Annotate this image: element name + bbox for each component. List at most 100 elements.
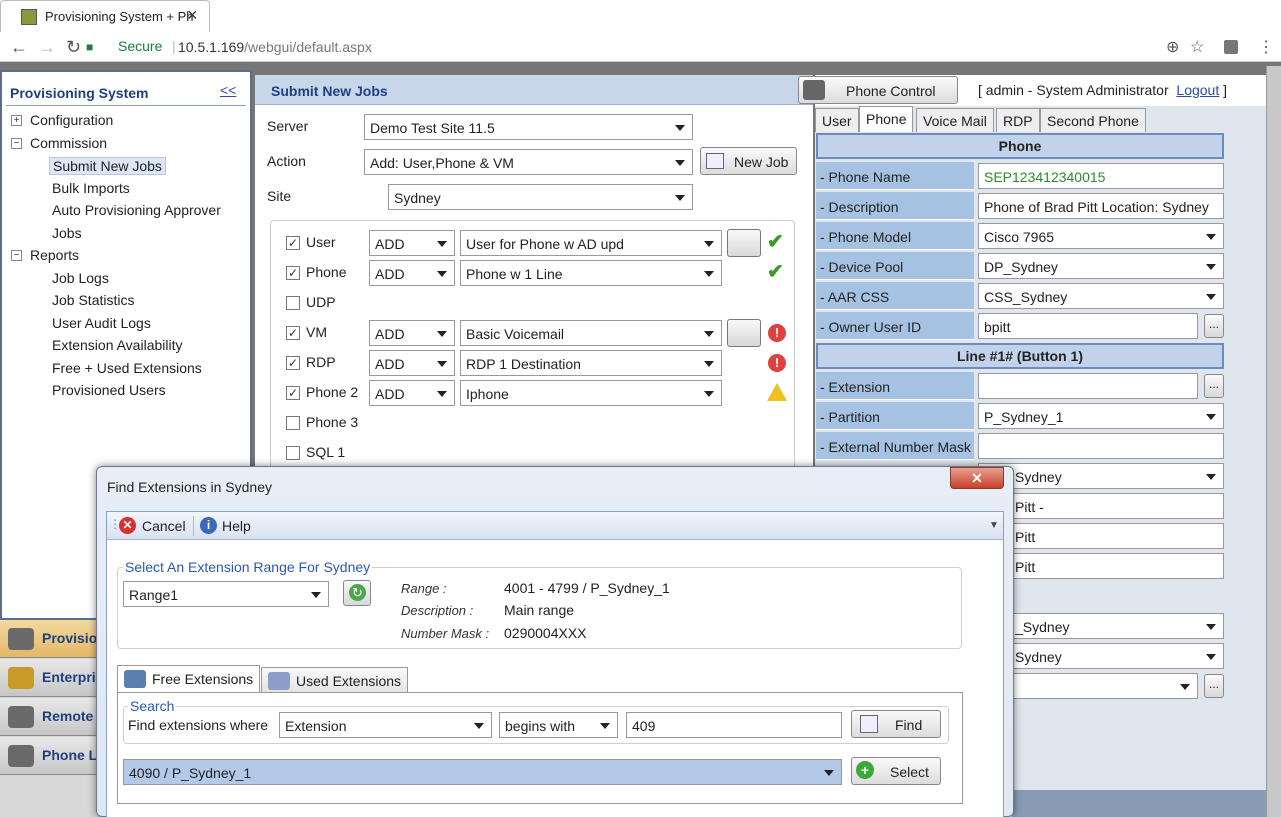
tree-item-job-statistics[interactable]: Job Statistics: [52, 292, 134, 308]
tree-item-commission[interactable]: Commission: [30, 135, 107, 151]
tree-item-free-used-extensions[interactable]: Free + Used Extensions: [52, 360, 202, 376]
search-operator-select[interactable]: begins with: [499, 712, 618, 738]
tree-item-user-audit-logs[interactable]: User Audit Logs: [52, 315, 151, 331]
job-vm-checkbox[interactable]: ✓: [286, 326, 300, 340]
job-phone2-op[interactable]: ADD: [369, 380, 455, 406]
search-input[interactable]: 409: [626, 712, 842, 738]
line-css-select[interactable]: Sydney: [978, 463, 1224, 489]
tree-item-configuration[interactable]: Configuration: [30, 112, 113, 128]
job-rdp-op[interactable]: ADD: [369, 350, 455, 376]
tree-item-provisioned-users[interactable]: Provisioned Users: [52, 382, 166, 398]
job-rdp-template[interactable]: RDP 1 Destination: [460, 350, 722, 376]
collapse-link[interactable]: <<: [220, 82, 236, 98]
collapse-icon[interactable]: −: [11, 138, 22, 149]
star-icon[interactable]: ☆: [1190, 37, 1204, 57]
extension-field[interactable]: [978, 373, 1198, 399]
aar-css-label: - AAR CSS: [816, 282, 974, 310]
dialog-body: ⋮ ✕ Cancel i Help ▼ Select An Extension …: [106, 511, 1004, 817]
job-phone2-template[interactable]: Iphone: [460, 380, 722, 406]
tab-second-phone[interactable]: Second Phone: [1040, 108, 1146, 132]
find-where-label: Find extensions where: [128, 717, 269, 733]
tree-item-auto-provisioning-approver[interactable]: Auto Provisioning Approver: [52, 202, 221, 218]
forward-css-select[interactable]: _Sydney: [978, 613, 1224, 639]
tab-voice-mail[interactable]: Voice Mail: [916, 108, 994, 132]
extension-icon[interactable]: [1224, 40, 1238, 54]
search-field-select[interactable]: Extension: [279, 712, 492, 738]
tree-item-submit-new-jobs[interactable]: Submit New Jobs: [49, 157, 166, 175]
menu-icon[interactable]: ⋮: [1258, 37, 1274, 57]
job-user-template[interactable]: User for Phone w AD upd: [460, 230, 722, 256]
job-phone-template[interactable]: Phone w 1 Line: [460, 260, 722, 286]
back-icon[interactable]: ←: [10, 37, 28, 58]
tab-free-extensions[interactable]: Free Extensions: [117, 665, 261, 693]
display-ascii-field[interactable]: Pitt: [978, 523, 1224, 549]
find-button[interactable]: Find: [851, 710, 941, 738]
help-button[interactable]: i Help: [200, 516, 260, 536]
action-select[interactable]: Add: User,Phone & VM: [364, 149, 693, 175]
display-field[interactable]: Pitt -: [978, 493, 1224, 519]
forward-icon[interactable]: →: [38, 37, 56, 58]
job-user-checkbox[interactable]: ✓: [286, 236, 300, 250]
toolbar-overflow-icon[interactable]: ▼: [989, 520, 999, 531]
range-select[interactable]: Range1: [123, 581, 329, 607]
owner-user-id-field[interactable]: bpitt: [978, 313, 1198, 339]
phone-icon: [803, 80, 825, 100]
job-sql1-checkbox[interactable]: [286, 446, 300, 460]
call-pickup-select[interactable]: Sydney: [978, 643, 1224, 669]
voicemail-lookup-button[interactable]: ...: [1204, 674, 1224, 698]
used-extensions-icon: [268, 672, 290, 690]
external-number-mask-field[interactable]: [978, 433, 1224, 459]
tree-item-job-logs[interactable]: Job Logs: [52, 270, 109, 286]
partition-select[interactable]: P_Sydney_1: [978, 403, 1224, 429]
tab-used-extensions[interactable]: Used Extensions: [261, 667, 409, 693]
tab-user[interactable]: User: [815, 108, 859, 132]
extension-lookup-button[interactable]: ...: [1204, 374, 1224, 398]
zoom-icon[interactable]: ⊕: [1166, 37, 1179, 57]
select-button[interactable]: + Select: [851, 757, 941, 785]
job-phone-checkbox[interactable]: ✓: [286, 266, 300, 280]
footer-bar: [1012, 790, 1281, 817]
url-field[interactable]: ■ Secure | 10.5.1.169/webgui/default.asp…: [86, 32, 1206, 62]
job-phone-op[interactable]: ADD: [369, 260, 455, 286]
tree-item-jobs[interactable]: Jobs: [52, 225, 82, 241]
job-udp-checkbox[interactable]: [286, 296, 300, 310]
logout-link[interactable]: Logout: [1176, 82, 1219, 98]
aar-css-select[interactable]: CSS_Sydney: [978, 283, 1224, 309]
device-pool-select[interactable]: DP_Sydney: [978, 253, 1224, 279]
browser-tab[interactable]: Provisioning System + Ph ×: [0, 0, 210, 32]
close-icon[interactable]: ✕: [950, 467, 1004, 489]
collapse-icon[interactable]: −: [11, 250, 22, 261]
phone-model-select[interactable]: Cisco 7965: [978, 223, 1224, 249]
site-select[interactable]: Sydney: [388, 184, 693, 210]
refresh-button[interactable]: ↻: [343, 580, 371, 606]
cancel-button[interactable]: ✕ Cancel: [119, 516, 199, 536]
owner-lookup-button[interactable]: ...: [1204, 314, 1224, 338]
expand-icon[interactable]: +: [11, 115, 22, 126]
job-vm-template[interactable]: Basic Voicemail: [460, 320, 722, 346]
close-tab-icon[interactable]: ×: [187, 5, 198, 26]
scrollbar[interactable]: [1266, 66, 1281, 817]
tree-item-reports[interactable]: Reports: [30, 247, 79, 263]
job-phone3-checkbox[interactable]: [286, 416, 300, 430]
reload-icon[interactable]: ↻: [66, 37, 81, 58]
phone-control-button[interactable]: Phone Control: [798, 76, 958, 104]
job-rdp-checkbox[interactable]: ✓: [286, 356, 300, 370]
accordion-label: Phone L: [42, 747, 98, 763]
url-host: 10.5.1.169: [178, 39, 245, 55]
add-icon: +: [856, 761, 874, 779]
label-field[interactable]: Pitt: [978, 553, 1224, 579]
tab-phone[interactable]: Phone: [859, 106, 914, 132]
phone-name-field[interactable]: SEP123412340015: [978, 163, 1224, 189]
vm-lookup-button[interactable]: [727, 319, 761, 347]
result-select[interactable]: 4090 / P_Sydney_1: [123, 759, 842, 785]
tab-rdp[interactable]: RDP: [996, 108, 1040, 132]
job-user-op[interactable]: ADD: [369, 230, 455, 256]
server-select[interactable]: Demo Test Site 11.5: [364, 114, 693, 140]
new-job-button[interactable]: New Job: [700, 147, 797, 175]
job-phone2-checkbox[interactable]: ✓: [286, 386, 300, 400]
description-field[interactable]: Phone of Brad Pitt Location: Sydney: [978, 193, 1224, 219]
user-lookup-button[interactable]: [727, 229, 761, 257]
tree-item-bulk-imports[interactable]: Bulk Imports: [52, 180, 130, 196]
tree-item-extension-availability[interactable]: Extension Availability: [52, 337, 182, 353]
job-vm-op[interactable]: ADD: [369, 320, 455, 346]
